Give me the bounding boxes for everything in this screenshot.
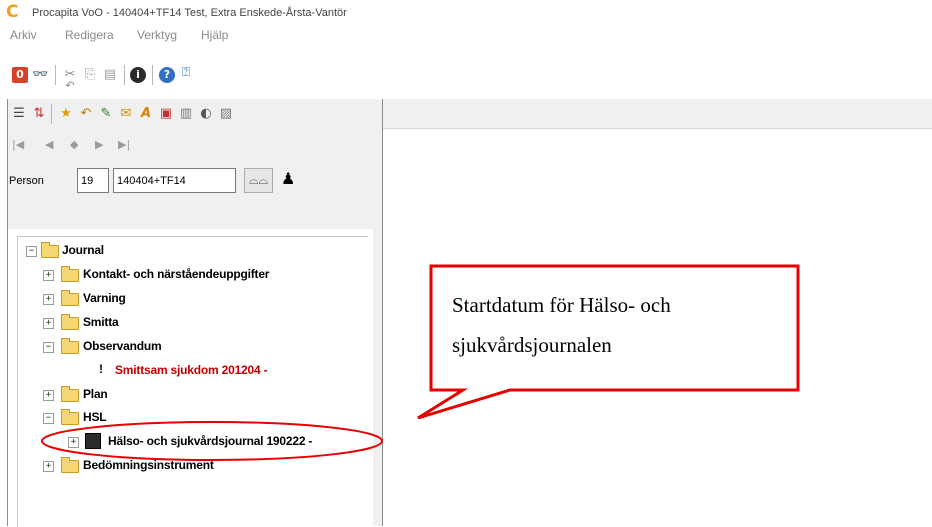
callout-line2: sjukvårdsjournalen [452, 333, 612, 357]
callout-text: Startdatum för Hälso- och sjukvårdsjourn… [452, 285, 782, 365]
annotation-overlay [41, 264, 800, 461]
callout-line1: Startdatum för Hälso- och [452, 293, 671, 317]
highlight-ellipse [41, 421, 383, 461]
